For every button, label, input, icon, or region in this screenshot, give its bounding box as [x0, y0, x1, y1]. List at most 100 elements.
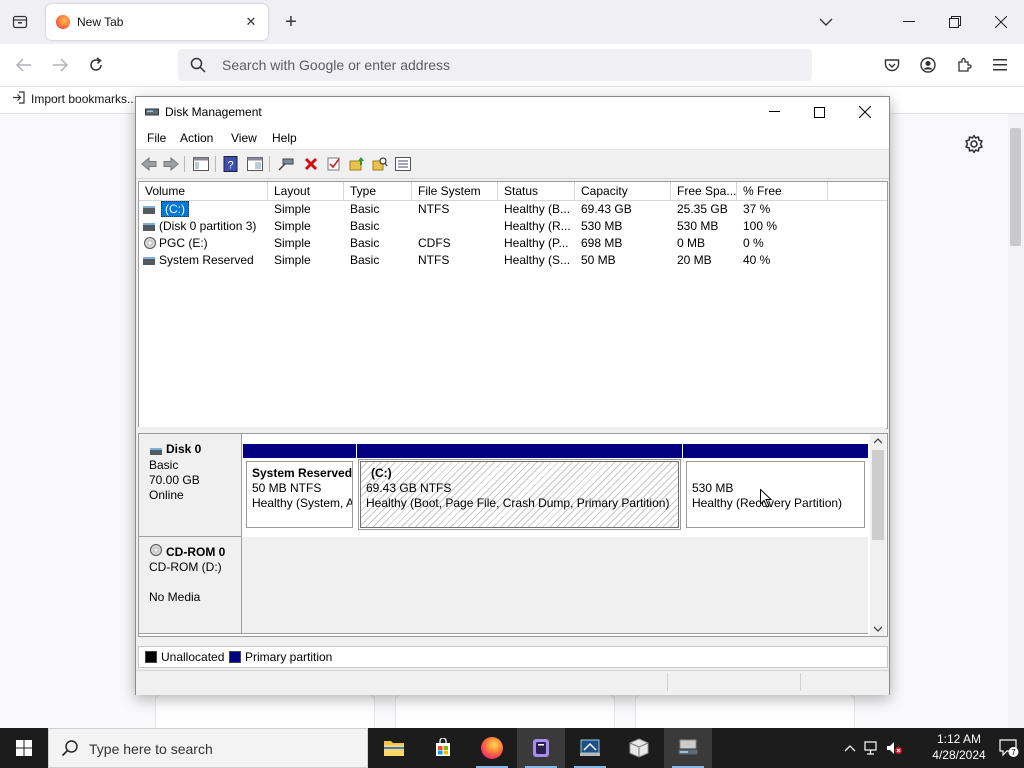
partition-recovery[interactable]: 530 MB Healthy (Recovery Partition) [683, 444, 868, 530]
pocket-icon[interactable] [879, 53, 905, 77]
page-scrollbar-thumb[interactable] [1010, 128, 1021, 246]
back-arrow-icon[interactable] [140, 155, 158, 173]
disk-management-titlebar[interactable]: Disk Management [136, 97, 889, 127]
volume-free-space: 20 MB [677, 253, 712, 267]
scrollbar-thumb[interactable] [872, 450, 884, 540]
volume-capacity: 530 MB [581, 219, 623, 233]
tab-list-icon[interactable] [8, 10, 32, 34]
window-title: Disk Management [165, 105, 262, 119]
partition-system-reserved[interactable]: System Reserved 50 MB NTFS Healthy (Syst… [243, 444, 356, 530]
taskbar-firefox[interactable] [468, 728, 516, 768]
taskbar-package[interactable] [615, 728, 663, 768]
column-header-file-system[interactable]: File System [412, 182, 498, 200]
notifications-icon[interactable]: 7 [998, 739, 1020, 757]
column-header-type[interactable]: Type [344, 182, 412, 200]
volume-row[interactable]: (C:) Simple Basic NTFS Healthy (B... 69.… [139, 201, 887, 218]
taskbar-file-explorer[interactable] [370, 728, 418, 768]
delete-icon[interactable] [302, 155, 320, 173]
new-tab-button[interactable]: + [280, 10, 302, 34]
extensions-icon[interactable] [951, 53, 977, 77]
navigation-toolbar: Search with Google or enter address [0, 44, 1024, 87]
console-tree-icon[interactable] [192, 155, 210, 173]
list-view-icon[interactable] [394, 155, 412, 173]
svg-text:?: ? [227, 160, 233, 172]
restore-icon[interactable] [932, 0, 978, 44]
menu-icon[interactable] [987, 53, 1013, 77]
folder-up-icon[interactable] [348, 155, 366, 173]
cdrom-0-label[interactable]: CD-ROM 0 CD-ROM (D:) No Media [139, 537, 242, 634]
start-button[interactable] [0, 728, 48, 768]
column-header-status[interactable]: Status [498, 182, 575, 200]
disk-management-icon [677, 739, 699, 756]
address-bar[interactable]: Search with Google or enter address [178, 49, 812, 81]
taskbar-search-box[interactable]: Type here to search [48, 728, 368, 768]
menu-file[interactable]: File [147, 131, 166, 145]
taskbar-app-installer[interactable] [566, 728, 614, 768]
disk-0-label[interactable]: Disk 0 Basic 70.00 GB Online [139, 434, 242, 537]
close-icon[interactable] [842, 97, 887, 127]
volume-free-space: 0 MB [677, 236, 706, 250]
column-header-percent-free[interactable]: % Free [737, 182, 828, 200]
close-window-icon[interactable] [978, 0, 1024, 44]
scroll-down-icon [874, 626, 882, 632]
clock-time: 1:12 AM [936, 732, 982, 746]
partition-status: Healthy (System, A [252, 496, 353, 510]
column-header-free-space[interactable]: Free Spa... [671, 182, 737, 200]
page-scrollbar[interactable] [1008, 114, 1024, 728]
gear-icon[interactable] [964, 134, 984, 157]
menu-help[interactable]: Help [272, 131, 297, 145]
forward-arrow-icon[interactable] [162, 155, 180, 173]
clock[interactable]: 1:12 AM 4/28/2024 [924, 731, 994, 763]
back-arrow-icon[interactable] [11, 53, 37, 77]
import-bookmarks-button[interactable]: Import bookmarks... [12, 91, 137, 107]
chevron-up-icon[interactable] [842, 739, 858, 757]
pane-splitter[interactable] [138, 427, 886, 432]
search-folder-icon[interactable] [371, 155, 389, 173]
taskbar-disk-management[interactable] [664, 728, 712, 768]
properties-icon[interactable] [246, 155, 264, 173]
cdrom-empty-area[interactable] [242, 537, 868, 634]
volume-muted-icon[interactable] [886, 739, 902, 757]
volume-layout: Simple [274, 253, 311, 267]
tab-title: New Tab [77, 15, 124, 29]
column-header-capacity[interactable]: Capacity [575, 182, 671, 200]
maximize-icon[interactable] [797, 97, 842, 127]
shortcut-tile[interactable] [155, 694, 375, 729]
volume-capacity: 69.43 GB [581, 202, 632, 216]
taskbar-store[interactable] [419, 728, 467, 768]
folder-icon [384, 741, 404, 756]
chevron-down-icon[interactable] [816, 12, 836, 32]
shortcut-tile[interactable] [395, 694, 615, 729]
check-icon[interactable] [325, 155, 343, 173]
legend: Unallocated Primary partition [138, 646, 888, 668]
volume-row[interactable]: PGC (E:) Simple Basic CDFS Healthy (P...… [139, 235, 887, 252]
close-tab-icon[interactable]: ✕ [242, 13, 260, 31]
shortcut-tile[interactable] [635, 694, 855, 729]
column-header-layout[interactable]: Layout [268, 182, 344, 200]
volume-file-system [412, 218, 498, 235]
volume-list[interactable]: Volume Layout Type File System Status Ca… [138, 181, 888, 429]
volume-file-system: CDFS [418, 236, 451, 250]
partition-c[interactable]: (C:) 69.43 GB NTFS Healthy (Boot, Page F… [357, 444, 682, 530]
menu-action[interactable]: Action [180, 131, 213, 145]
minimize-icon[interactable] [752, 97, 797, 127]
menu-view[interactable]: View [231, 131, 257, 145]
address-placeholder: Search with Google or enter address [222, 57, 451, 73]
account-icon[interactable] [915, 53, 941, 77]
taskbar-app-active[interactable] [517, 728, 565, 768]
disk-view-scrollbar[interactable] [870, 434, 886, 636]
forward-arrow-icon[interactable] [47, 53, 73, 77]
browser-tab[interactable]: New Tab ✕ [46, 4, 268, 40]
minimize-icon[interactable] [886, 0, 932, 44]
volume-status: Healthy (P... [504, 236, 569, 250]
disk-graphical-view[interactable]: Disk 0 Basic 70.00 GB Online System Rese… [138, 433, 888, 637]
column-header-volume[interactable]: Volume [139, 182, 268, 200]
network-icon[interactable] [864, 739, 880, 757]
help-icon[interactable]: ? [222, 155, 240, 173]
volume-row[interactable]: (Disk 0 partition 3) Simple Basic Health… [139, 218, 887, 235]
reload-icon[interactable] [83, 53, 109, 77]
import-bookmarks-label: Import bookmarks... [31, 92, 138, 106]
volume-file-system: NTFS [418, 253, 450, 267]
connect-icon[interactable] [277, 155, 295, 173]
volume-row[interactable]: System Reserved Simple Basic NTFS Health… [139, 252, 887, 269]
